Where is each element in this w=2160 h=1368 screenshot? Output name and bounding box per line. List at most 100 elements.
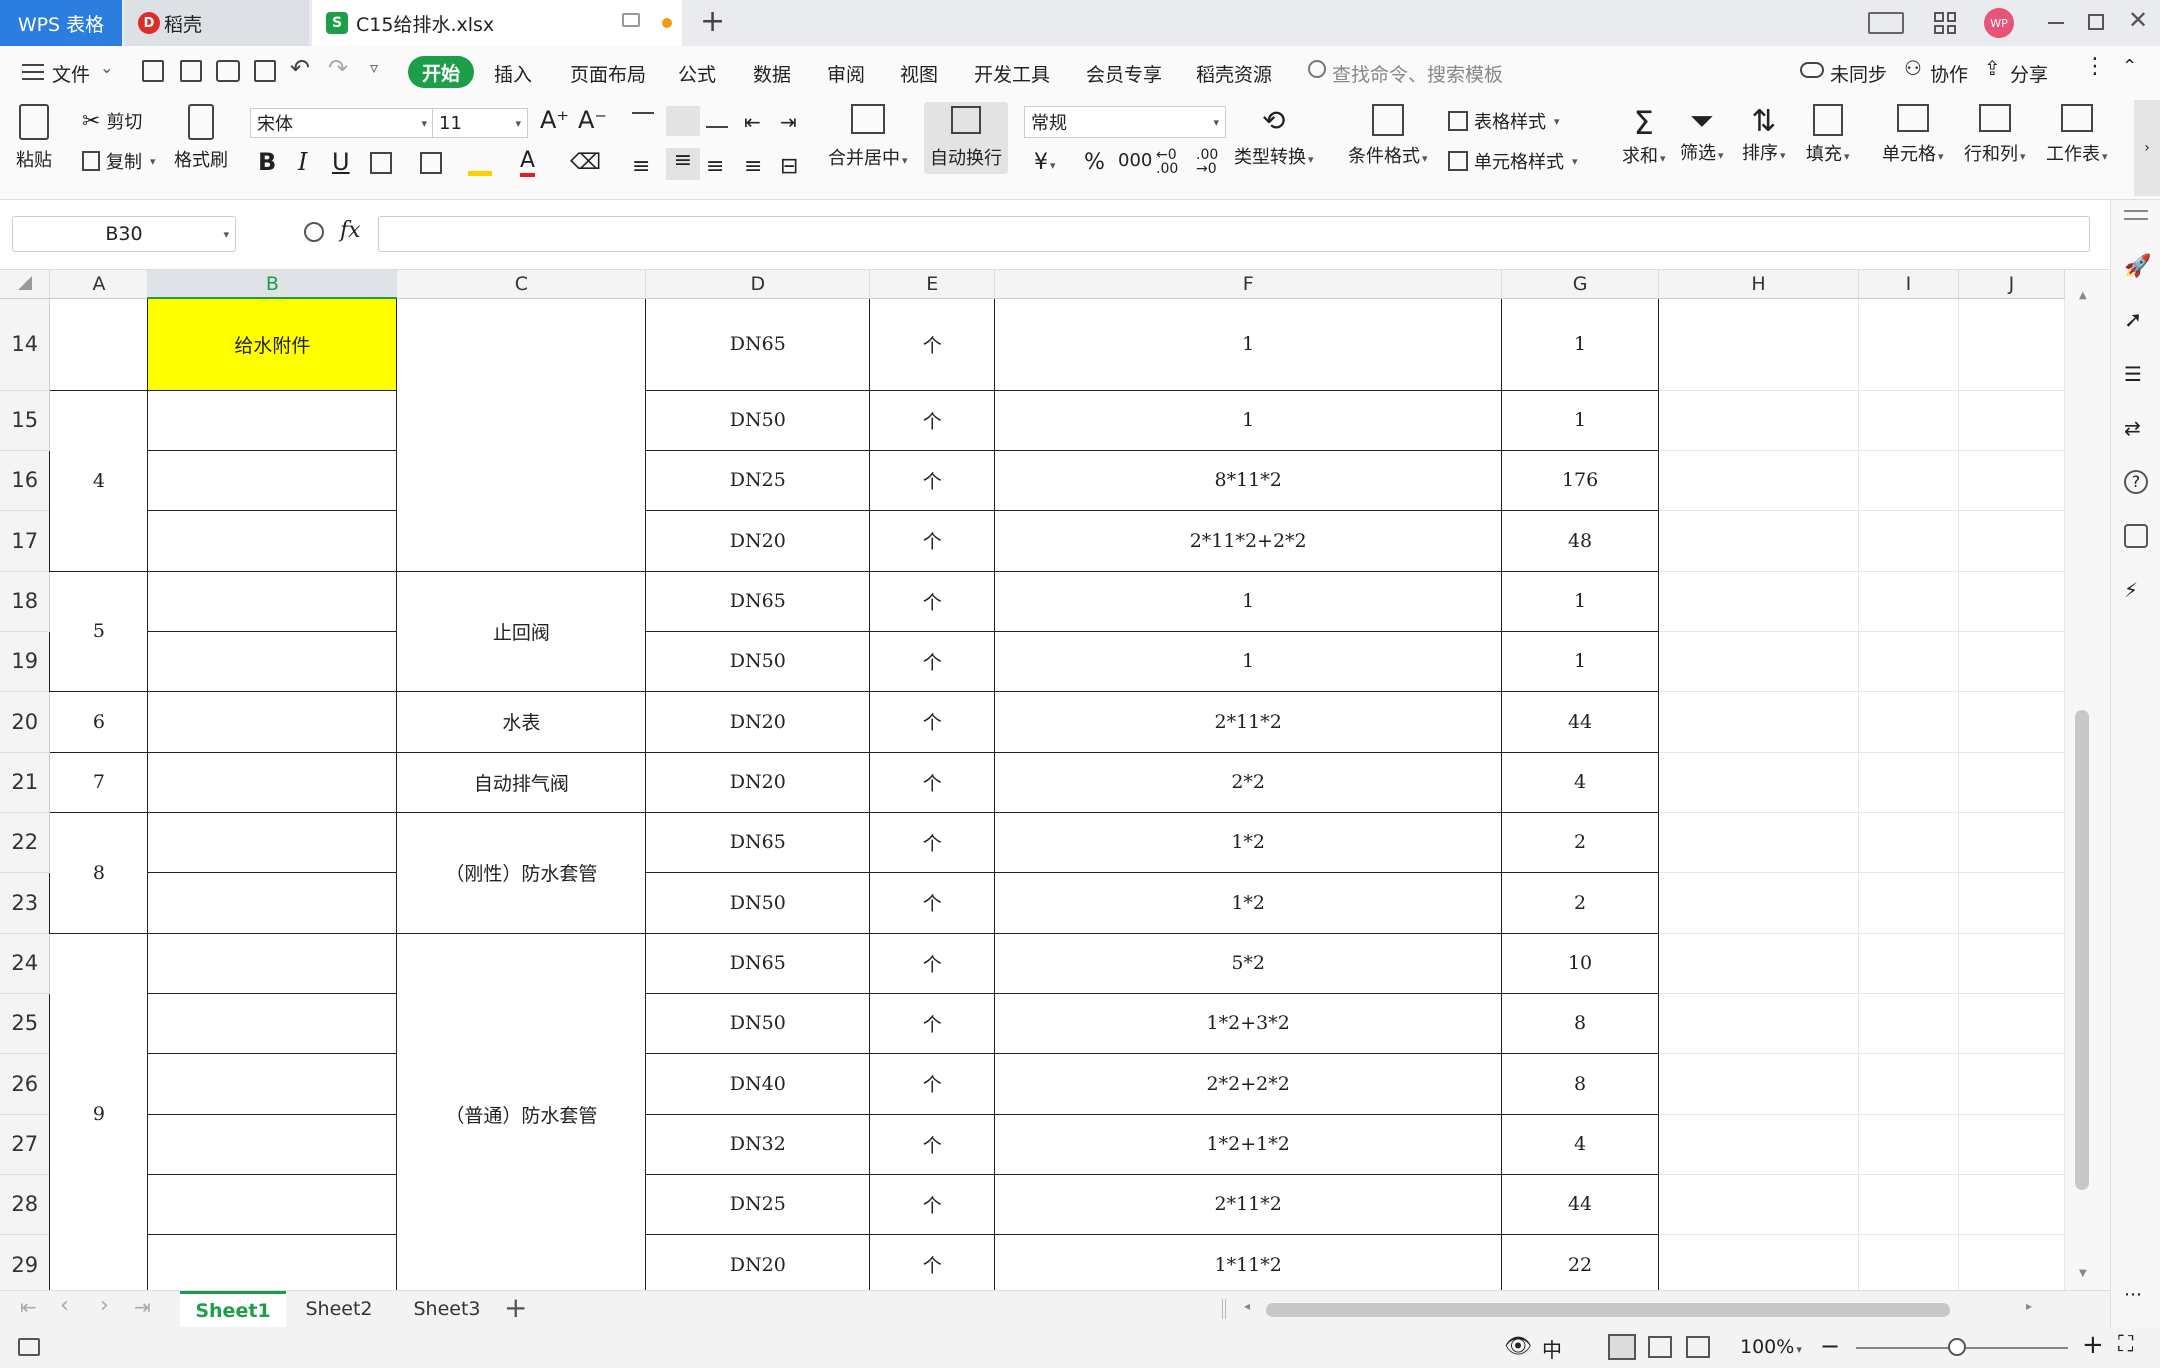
cell-category[interactable]: 给水附件 xyxy=(147,297,398,391)
cell-spec[interactable]: DN32 xyxy=(645,1113,871,1175)
flash-icon[interactable]: ⚡ xyxy=(2124,578,2148,602)
sum-button[interactable]: Σ 求和 ▾ xyxy=(1622,104,1666,168)
cell-empty[interactable] xyxy=(1658,1234,1859,1290)
merge-center-button[interactable]: 合并居中 ▾ xyxy=(828,104,908,170)
cell-empty[interactable] xyxy=(1658,571,1859,632)
cell-empty[interactable] xyxy=(1858,933,1959,994)
column-header-a[interactable]: A xyxy=(49,270,149,299)
cell-formula[interactable]: 8*11*2 xyxy=(994,449,1503,511)
menu-data[interactable]: 数据 xyxy=(753,60,791,87)
cell-quantity[interactable]: 44 xyxy=(1501,1173,1660,1235)
zoom-level[interactable]: 100% ▾ xyxy=(1740,1336,1802,1358)
cell-unit[interactable]: 个 xyxy=(869,1233,996,1290)
row-header[interactable]: 23 xyxy=(0,872,51,934)
cell-spec[interactable]: DN50 xyxy=(645,630,871,692)
italic-button[interactable]: I xyxy=(298,148,307,176)
row-header[interactable]: 15 xyxy=(0,390,51,451)
worksheet-button[interactable]: 工作表 ▾ xyxy=(2046,104,2108,166)
select-all-corner[interactable] xyxy=(0,270,51,299)
collapse-ribbon-icon[interactable]: ⌃ xyxy=(2122,56,2137,77)
image-tool-icon[interactable] xyxy=(2124,524,2148,548)
currency-button[interactable]: ¥ ▾ xyxy=(1034,150,1056,175)
cell-unit[interactable]: 个 xyxy=(869,811,996,873)
justify-icon[interactable]: ≡ xyxy=(744,154,762,179)
minimize-icon[interactable] xyxy=(2048,22,2064,24)
ribbon-scroll-right-icon[interactable]: › xyxy=(2134,100,2160,196)
cell-empty[interactable] xyxy=(1658,298,1859,391)
cell-empty[interactable] xyxy=(1658,812,1859,873)
page-layout-view-icon[interactable] xyxy=(1686,1336,1710,1358)
cell-quantity[interactable]: 10 xyxy=(1501,932,1660,994)
cut-button[interactable]: ✂ 剪切 xyxy=(82,108,142,134)
menu-page-layout[interactable]: 页面布局 xyxy=(570,60,646,87)
cell-quantity[interactable]: 4 xyxy=(1501,1113,1660,1175)
font-name-select[interactable]: 宋体 ▾ xyxy=(250,108,434,138)
row-header[interactable]: 19 xyxy=(0,631,51,692)
row-header[interactable]: 17 xyxy=(0,510,51,572)
cell-item-no[interactable]: 4 xyxy=(49,389,149,572)
cell-item-name[interactable]: 自动排气阀 xyxy=(396,751,647,813)
cell-quantity[interactable]: 1 xyxy=(1501,297,1660,391)
cell-unit[interactable]: 个 xyxy=(869,297,996,391)
cell-button[interactable]: 单元格 ▾ xyxy=(1882,104,1944,166)
menu-member[interactable]: 会员专享 xyxy=(1086,60,1162,87)
cell-spec[interactable]: DN20 xyxy=(645,509,871,572)
pointer-icon[interactable]: ➚ xyxy=(2124,308,2148,333)
cell-empty[interactable] xyxy=(1958,752,2065,813)
row-header[interactable]: 29 xyxy=(0,1234,51,1290)
cell-category[interactable] xyxy=(147,1052,398,1115)
next-sheet-icon[interactable]: › xyxy=(100,1293,109,1318)
cell-unit[interactable]: 个 xyxy=(869,1173,996,1235)
cell-empty[interactable] xyxy=(1658,390,1859,451)
export-pdf-icon[interactable] xyxy=(180,60,202,82)
border-icon[interactable] xyxy=(370,152,392,174)
row-header[interactable]: 24 xyxy=(0,933,51,994)
collab-button[interactable]: 协作 xyxy=(1930,60,1968,87)
help-icon[interactable]: ? xyxy=(2124,470,2148,494)
font-color-icon[interactable]: A xyxy=(520,148,536,177)
fullscreen-icon[interactable]: ⛶ xyxy=(2118,1332,2133,1357)
menu-developer[interactable]: 开发工具 xyxy=(974,60,1050,87)
cell-spec[interactable]: DN65 xyxy=(645,570,871,632)
adjust-icon[interactable]: ☰ xyxy=(2124,362,2148,386)
monitor-icon[interactable] xyxy=(622,13,640,27)
row-header[interactable]: 18 xyxy=(0,571,51,632)
row-header[interactable]: 27 xyxy=(0,1114,51,1175)
cell-empty[interactable] xyxy=(1658,993,1859,1054)
cell-category[interactable] xyxy=(147,449,398,511)
cell-item-name[interactable]: （刚性）防水套管 xyxy=(396,811,647,934)
cell-quantity[interactable]: 1 xyxy=(1501,389,1660,451)
cell-category[interactable] xyxy=(147,992,398,1054)
menu-view[interactable]: 视图 xyxy=(900,60,938,87)
cell-quantity[interactable]: 2 xyxy=(1501,811,1660,873)
font-size-select[interactable]: 11 ▾ xyxy=(432,108,528,138)
cell-category[interactable] xyxy=(147,690,398,753)
conditional-format-button[interactable]: 条件格式 ▾ xyxy=(1348,104,1428,168)
cell-unit[interactable]: 个 xyxy=(869,389,996,451)
hamburger-icon[interactable] xyxy=(22,64,44,80)
column-header-f[interactable]: F xyxy=(994,270,1503,299)
sort-button[interactable]: ⇅ 排序 ▾ xyxy=(1742,104,1786,165)
cell-empty[interactable] xyxy=(1858,1234,1959,1290)
bold-button[interactable]: B xyxy=(258,148,276,176)
cell-item-name[interactable] xyxy=(396,297,647,572)
cell-empty[interactable] xyxy=(1658,691,1859,753)
cell-item-no[interactable]: 8 xyxy=(49,811,149,934)
tab-document[interactable]: S C15给排水.xlsx xyxy=(312,0,682,46)
cell-quantity[interactable]: 176 xyxy=(1501,449,1660,511)
cell-empty[interactable] xyxy=(1858,571,1959,632)
zoom-out-icon[interactable]: − xyxy=(1820,1332,1840,1360)
cell-unit[interactable]: 个 xyxy=(869,1052,996,1115)
align-top-icon[interactable] xyxy=(632,112,654,128)
wrap-text-button[interactable]: 自动换行 xyxy=(924,102,1008,174)
row-header[interactable]: 22 xyxy=(0,812,51,873)
chinese-input-icon[interactable]: 中 xyxy=(1542,1334,1562,1363)
align-right-icon[interactable]: ≡ xyxy=(706,154,724,179)
cell-quantity[interactable]: 48 xyxy=(1501,509,1660,572)
cell-spec[interactable]: DN20 xyxy=(645,751,871,813)
collab-icon[interactable]: ⚇ xyxy=(1904,56,1922,80)
cell-empty[interactable] xyxy=(1858,812,1959,873)
scroll-left-icon[interactable]: ◂ xyxy=(1244,1299,1250,1313)
cell-empty[interactable] xyxy=(1958,691,2065,753)
column-header-i[interactable]: I xyxy=(1858,270,1959,299)
